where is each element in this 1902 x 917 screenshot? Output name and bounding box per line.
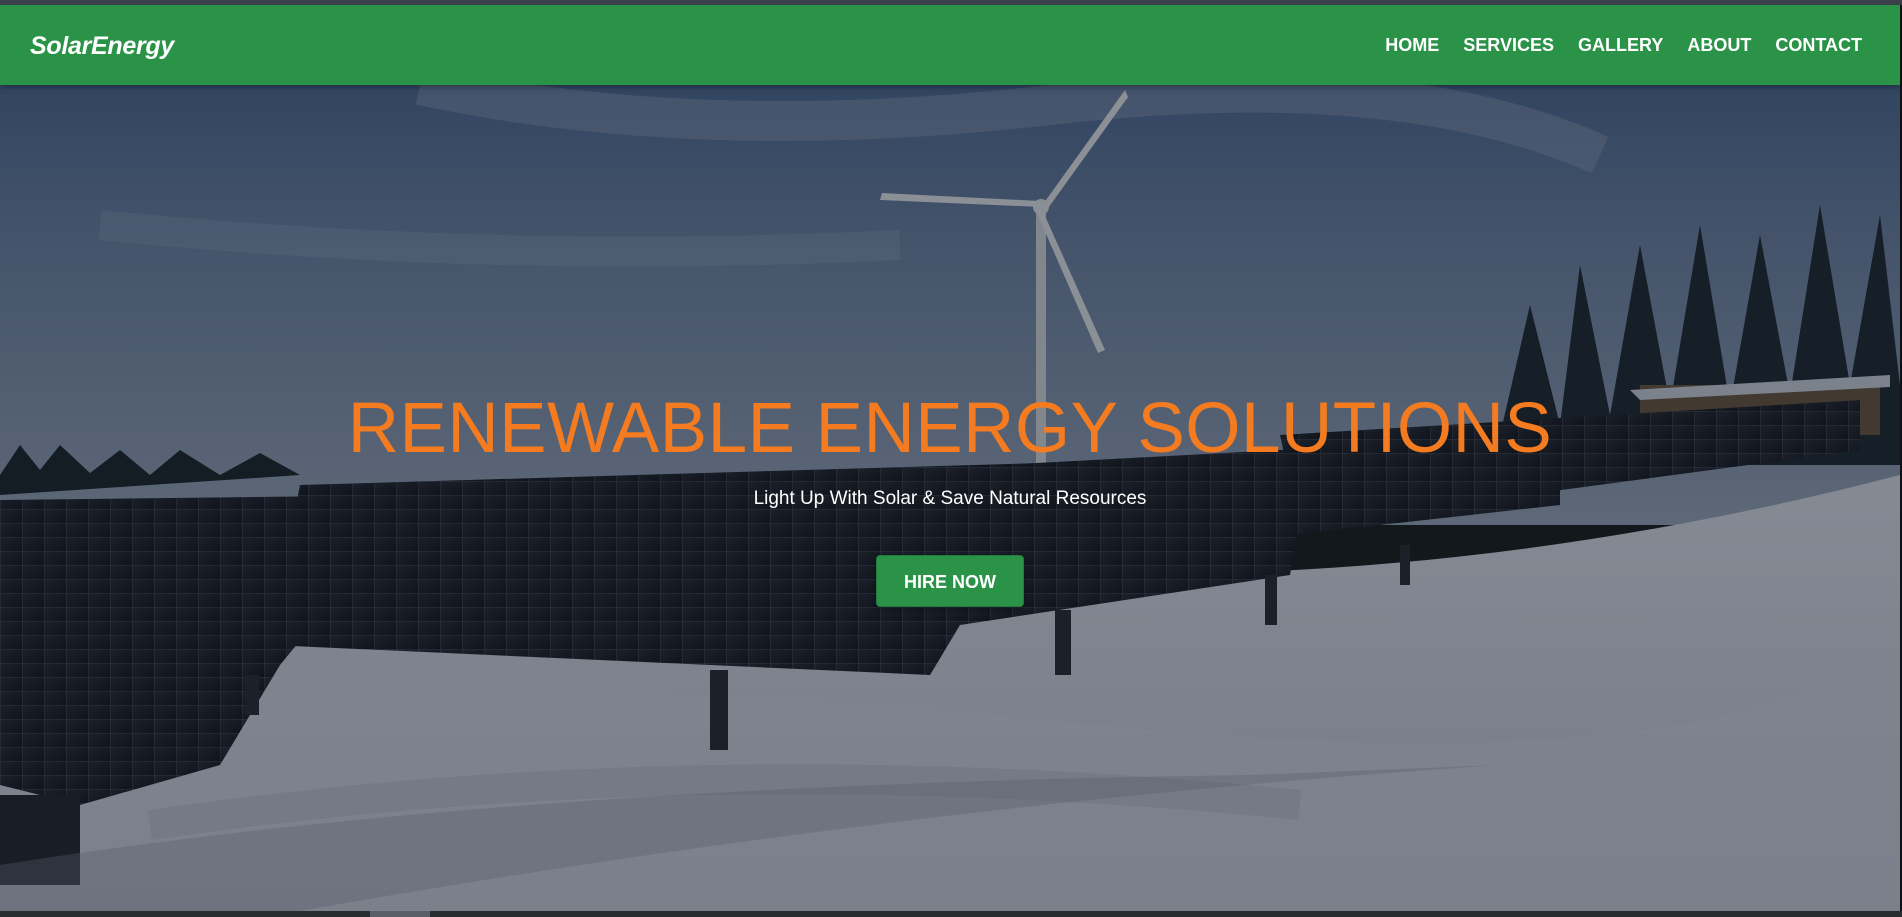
page: RENEWABLE ENERGY SOLUTIONS Light Up With… — [0, 5, 1900, 911]
brand-logo[interactable]: SolarEnergy — [30, 32, 174, 61]
nav-item-gallery[interactable]: GALLERY — [1578, 35, 1663, 56]
horizontal-scrollbar[interactable] — [0, 911, 1902, 917]
navbar: SolarEnergy HOME SERVICES GALLERY ABOUT … — [0, 5, 1900, 85]
nav-item-services[interactable]: SERVICES — [1463, 35, 1554, 56]
hero-section: RENEWABLE ENERGY SOLUTIONS Light Up With… — [0, 5, 1900, 911]
hero-title: RENEWABLE ENERGY SOLUTIONS — [347, 389, 1553, 468]
hire-now-button[interactable]: HIRE NOW — [876, 555, 1024, 607]
hero-content: RENEWABLE ENERGY SOLUTIONS Light Up With… — [0, 389, 1900, 607]
nav-item-home[interactable]: HOME — [1385, 35, 1439, 56]
horizontal-scrollbar-thumb[interactable] — [370, 911, 430, 917]
nav-item-about[interactable]: ABOUT — [1687, 35, 1751, 56]
nav-menu: HOME SERVICES GALLERY ABOUT CONTACT — [1361, 35, 1862, 56]
nav-item-contact[interactable]: CONTACT — [1775, 35, 1862, 56]
hero-subtitle: Light Up With Solar & Save Natural Resou… — [753, 488, 1147, 509]
